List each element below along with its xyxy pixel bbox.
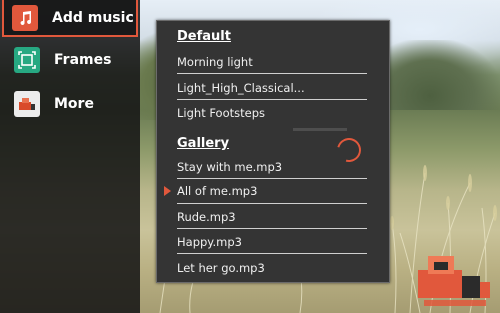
list-item[interactable]: Rude.mp3 xyxy=(177,205,367,229)
frames-icon xyxy=(14,47,40,73)
list-item[interactable]: Stay with me.mp3 xyxy=(177,155,367,179)
divider xyxy=(177,253,367,254)
gallery-section-title: Gallery xyxy=(177,136,230,151)
selected-pointer-icon xyxy=(164,186,171,196)
sidebar-item-label: More xyxy=(54,96,94,112)
music-selection-dropdown: Default Morning light Light_High_Classic… xyxy=(156,20,390,283)
more-apps-icon xyxy=(14,91,40,117)
list-item-selected[interactable]: All of me.mp3 xyxy=(177,179,367,203)
sidebar-item-label: Frames xyxy=(54,52,112,68)
sidebar-item-frames[interactable]: Frames xyxy=(6,42,138,78)
divider xyxy=(177,228,367,229)
list-item[interactable]: Light Footsteps xyxy=(177,101,367,125)
divider xyxy=(177,73,367,74)
music-note-icon xyxy=(12,4,38,31)
list-item[interactable]: Happy.mp3 xyxy=(177,230,367,254)
default-section-title: Default xyxy=(177,29,231,44)
sidebar-item-add-music[interactable]: Add music xyxy=(2,0,138,37)
divider xyxy=(177,99,367,100)
list-item[interactable]: Light_High_Classical... xyxy=(177,76,367,100)
list-item[interactable]: Morning light xyxy=(177,50,367,74)
sidebar: Add music Frames More xyxy=(0,0,140,313)
divider xyxy=(177,203,367,204)
sidebar-item-more[interactable]: More xyxy=(6,86,138,122)
app-logo-watermark xyxy=(418,256,490,306)
sidebar-item-label: Add music xyxy=(52,9,134,26)
list-item[interactable]: Let her go.mp3 xyxy=(177,256,367,280)
scroll-indicator[interactable] xyxy=(293,128,347,131)
